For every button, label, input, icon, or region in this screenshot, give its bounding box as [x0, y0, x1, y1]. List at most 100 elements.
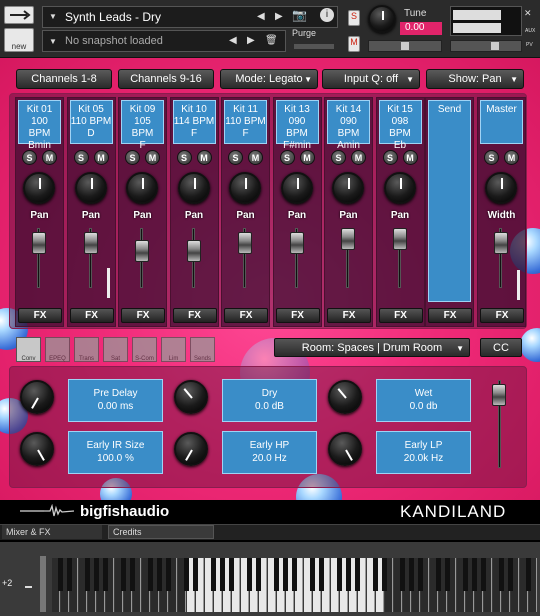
tab-credits[interactable]: Credits — [108, 525, 214, 539]
early-lp-knob[interactable] — [328, 432, 362, 466]
prev-snapshot-icon[interactable]: ◀ — [229, 35, 237, 46]
volume-fader[interactable] — [32, 232, 46, 254]
black-key[interactable] — [94, 558, 99, 591]
kit-display[interactable]: Kit 01 100 BPM Bmin — [18, 100, 61, 151]
black-key[interactable] — [121, 558, 126, 591]
black-key[interactable] — [247, 558, 252, 591]
black-key[interactable] — [499, 558, 504, 591]
black-key[interactable] — [229, 558, 234, 591]
purge-button[interactable]: Purge — [292, 28, 316, 38]
black-key[interactable] — [283, 558, 288, 591]
black-key[interactable] — [256, 558, 261, 591]
octave-down-icon[interactable] — [25, 586, 32, 588]
black-key[interactable] — [400, 558, 405, 591]
fx-button[interactable]: FX — [69, 308, 114, 323]
room-dropdown[interactable]: Room: Spaces | Drum Room ▼ — [274, 338, 470, 357]
solo-button[interactable]: S — [22, 150, 37, 165]
black-key[interactable] — [184, 558, 189, 591]
solo-button[interactable]: S — [228, 150, 243, 165]
volume-fader[interactable] — [83, 232, 98, 254]
dry-display[interactable]: Dry 0.0 dB — [222, 379, 317, 422]
prev-instrument-icon[interactable]: ◀ — [257, 11, 265, 22]
fx-button[interactable]: FX — [275, 308, 320, 323]
mute-button[interactable]: M — [93, 150, 109, 165]
pan-knob[interactable] — [280, 172, 313, 204]
camera-icon[interactable]: 📷 — [292, 8, 307, 22]
solo-button[interactable]: S — [125, 150, 140, 165]
fx-module-icon[interactable]: Trans — [74, 337, 99, 362]
black-key[interactable] — [274, 558, 279, 591]
volume-fader[interactable] — [135, 240, 149, 262]
fx-module-icon[interactable]: EPEQ — [45, 337, 70, 362]
fx-button[interactable]: FX — [327, 308, 371, 323]
pre-delay-knob[interactable] — [20, 380, 54, 414]
black-key[interactable] — [481, 558, 486, 591]
fx-module-icon[interactable]: Sends — [190, 337, 215, 362]
pre-delay-display[interactable]: Pre Delay 0.00 ms — [68, 379, 163, 422]
pan-knob[interactable] — [229, 172, 261, 204]
next-instrument-icon[interactable]: ▶ — [275, 11, 283, 22]
wrench-icon[interactable] — [4, 6, 34, 24]
black-key[interactable] — [346, 558, 351, 591]
black-key[interactable] — [472, 558, 477, 591]
pan-knob[interactable] — [383, 172, 416, 204]
solo-button[interactable]: S — [382, 150, 398, 165]
fx-button[interactable]: FX — [224, 308, 268, 323]
black-key[interactable] — [436, 558, 441, 591]
fx-module-icon[interactable]: S-Com — [132, 337, 157, 362]
black-key[interactable] — [166, 558, 171, 591]
fx-button[interactable]: FX — [18, 308, 62, 323]
black-key[interactable] — [310, 558, 315, 591]
volume-slider[interactable] — [450, 40, 522, 52]
reverb-fader[interactable] — [492, 384, 506, 406]
aux-label[interactable]: AUX — [525, 28, 535, 34]
volume-fader[interactable] — [341, 228, 355, 250]
solo-button[interactable]: S — [279, 150, 295, 165]
master-fader[interactable] — [494, 232, 508, 254]
solo-instrument-button[interactable]: S — [348, 10, 360, 26]
show-dropdown[interactable]: Show: Pan ▼ — [426, 69, 524, 89]
dropdown-icon[interactable]: ▼ — [49, 12, 57, 21]
solo-button[interactable]: S — [331, 150, 346, 165]
fx-module-icon[interactable]: Lim — [161, 337, 186, 362]
next-snapshot-icon[interactable]: ▶ — [247, 35, 255, 46]
pan-knob[interactable] — [74, 172, 107, 204]
black-key[interactable] — [508, 558, 513, 591]
pan-slider[interactable] — [368, 40, 442, 52]
early-lp-display[interactable]: Early LP 20.0k Hz — [376, 431, 471, 474]
kit-display[interactable]: Kit 05 110 BPM D — [69, 100, 113, 144]
mute-button[interactable]: M — [299, 150, 315, 165]
early-hp-display[interactable]: Early HP 20.0 Hz — [222, 431, 317, 474]
black-key[interactable] — [382, 558, 387, 591]
black-key[interactable] — [67, 558, 72, 591]
wet-knob[interactable] — [328, 380, 362, 414]
close-icon[interactable]: ✕ — [524, 8, 532, 19]
black-key[interactable] — [148, 558, 153, 591]
pan-knob[interactable] — [332, 172, 364, 204]
black-key[interactable] — [409, 558, 414, 591]
kit-display[interactable]: Kit 09 105 BPM F — [121, 100, 164, 151]
black-key[interactable] — [418, 558, 423, 591]
early-hp-knob[interactable] — [174, 432, 208, 466]
kit-display[interactable]: Kit 14 090 BPM Amin — [327, 100, 370, 151]
black-key[interactable] — [445, 558, 450, 591]
mute-instrument-button[interactable]: M — [348, 36, 360, 52]
mode-dropdown[interactable]: Mode: Legato ▼ — [220, 69, 318, 89]
pan-knob[interactable] — [177, 172, 210, 204]
black-key[interactable] — [130, 558, 135, 591]
delete-snapshot-icon[interactable]: 🗑 — [265, 35, 278, 46]
volume-fader[interactable] — [186, 240, 201, 262]
master-mute-button[interactable]: M — [504, 150, 519, 165]
fx-module-icon[interactable]: Conv — [16, 337, 41, 362]
mute-button[interactable]: M — [196, 150, 212, 165]
black-key[interactable] — [373, 558, 378, 591]
tab-mixer-fx[interactable]: Mixer & FX — [2, 525, 102, 539]
tune-knob[interactable] — [368, 5, 396, 33]
channels-1-8-button[interactable]: Channels 1-8 — [16, 69, 112, 89]
mute-button[interactable]: M — [248, 150, 263, 165]
black-key[interactable] — [85, 558, 90, 591]
black-key[interactable] — [211, 558, 216, 591]
fx-button[interactable]: FX — [121, 308, 165, 323]
black-key[interactable] — [355, 558, 360, 591]
pitch-wheel[interactable] — [40, 556, 46, 612]
